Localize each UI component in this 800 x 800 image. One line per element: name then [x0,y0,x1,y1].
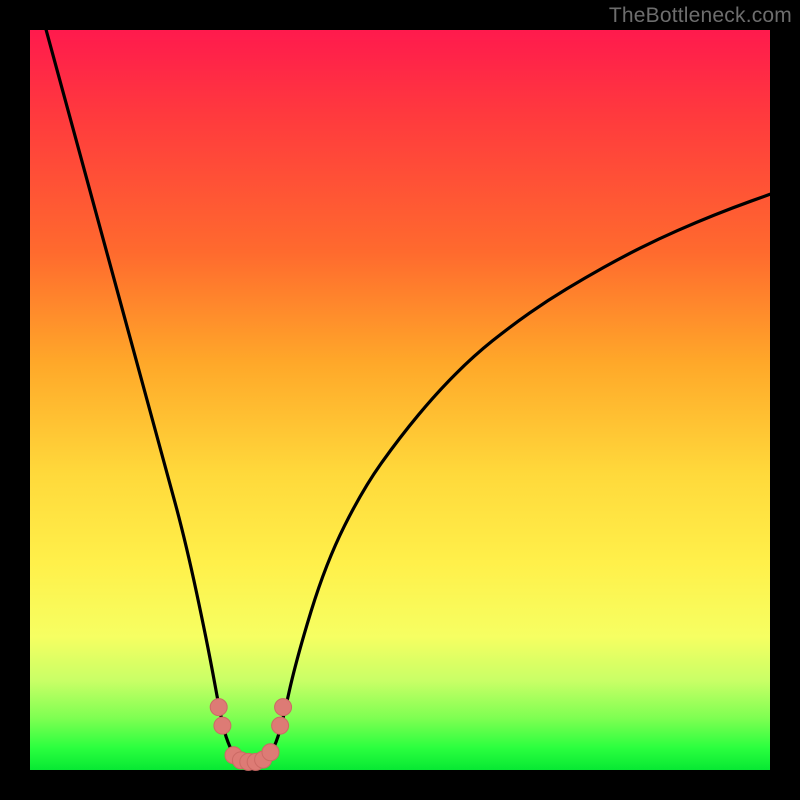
curve-marker [210,699,227,716]
curve-marker [214,717,231,734]
chart-frame: TheBottleneck.com [0,0,800,800]
bottleneck-curve [30,0,770,763]
curve-layer [30,30,770,770]
curve-marker [272,717,289,734]
curve-markers [210,699,291,771]
curve-marker [262,744,279,761]
watermark-text: TheBottleneck.com [609,4,792,28]
plot-area [30,30,770,770]
curve-marker [275,699,292,716]
